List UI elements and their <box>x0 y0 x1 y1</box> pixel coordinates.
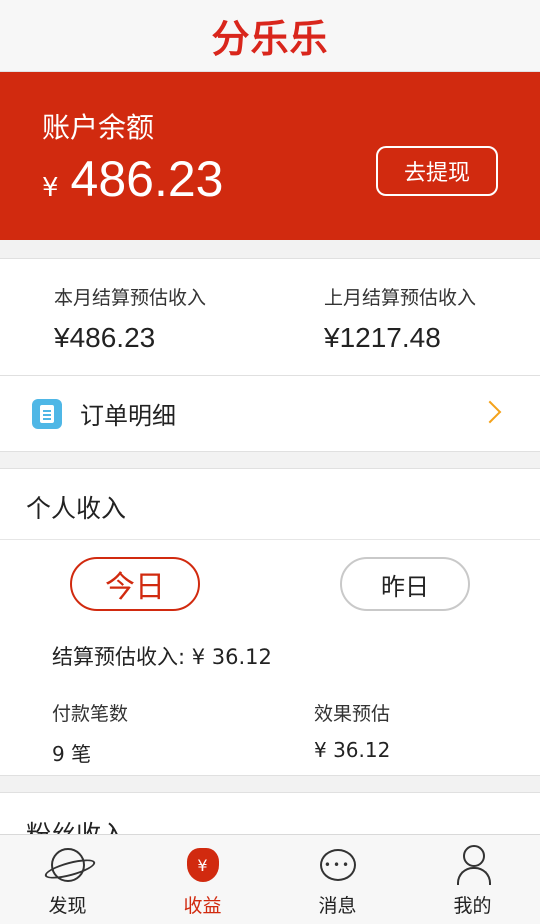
user-icon <box>453 845 493 885</box>
personal-income-title: 个人收入 <box>26 494 127 523</box>
tab-messages-label: 消息 <box>318 895 357 917</box>
document-icon <box>32 398 62 429</box>
this-month-estimate: 本月结算预估收入 ¥486.23 <box>54 283 206 354</box>
tab-messages[interactable]: ••• 消息 <box>270 835 405 924</box>
tab-income[interactable]: ¥ 收益 <box>135 835 270 924</box>
effect-estimate-value: ¥ 36.12 <box>314 738 391 762</box>
estimates-panel: 本月结算预估收入 ¥486.23 上月结算预估收入 ¥1217.48 <box>0 258 540 376</box>
payment-count-label: 付款笔数 <box>52 703 129 725</box>
tab-today[interactable]: 今日 <box>70 557 200 611</box>
fans-income-section: 粉丝收入 <box>0 792 540 834</box>
order-details-label: 订单明细 <box>80 402 176 430</box>
money-bag-icon: ¥ <box>183 845 223 885</box>
tab-mine-label: 我的 <box>453 895 492 917</box>
tab-discover-label: 发现 <box>48 895 87 917</box>
tab-income-label: 收益 <box>183 895 222 917</box>
payment-count-stat: 付款笔数 9 笔 <box>52 699 128 767</box>
last-month-value: ¥1217.48 <box>324 322 441 353</box>
effect-estimate-label: 效果预估 <box>314 703 391 725</box>
tab-yesterday[interactable]: 昨日 <box>340 557 470 611</box>
balance-panel: 账户余额 ¥ 486.23 去提现 <box>0 72 540 240</box>
last-month-estimate: 上月结算预估收入 ¥1217.48 <box>324 283 476 354</box>
app-header: 分乐乐 <box>0 0 540 72</box>
planet-icon <box>48 845 88 885</box>
tab-mine[interactable]: 我的 <box>405 835 540 924</box>
balance-amount: ¥ 486.23 <box>42 150 223 208</box>
tab-discover[interactable]: 发现 <box>0 835 135 924</box>
order-details-row[interactable]: 订单明细 <box>0 376 540 452</box>
app-logo: 分乐乐 <box>211 16 329 61</box>
chevron-right-icon <box>478 400 502 424</box>
personal-income-section: 个人收入 今日 昨日 结算预估收入: ¥ 36.12 付款笔数 9 笔 效果预估… <box>0 468 540 776</box>
this-month-value: ¥486.23 <box>54 322 156 353</box>
bottom-tab-bar: 发现 ¥ 收益 ••• 消息 我的 <box>0 834 540 924</box>
currency-symbol: ¥ <box>42 173 59 203</box>
balance-value: 486.23 <box>70 151 224 207</box>
chat-bubble-icon: ••• <box>318 845 358 885</box>
settlement-estimate: 结算预估收入: ¥ 36.12 <box>52 645 272 669</box>
fans-income-title: 粉丝收入 <box>26 815 126 834</box>
effect-estimate-stat: 效果预估 ¥ 36.12 <box>314 699 390 762</box>
section-divider <box>0 539 540 540</box>
balance-label: 账户余额 <box>42 111 155 144</box>
this-month-label: 本月结算预估收入 <box>54 287 207 309</box>
last-month-label: 上月结算预估收入 <box>324 287 477 309</box>
payment-count-value: 9 笔 <box>52 742 92 766</box>
withdraw-button[interactable]: 去提现 <box>376 146 498 196</box>
